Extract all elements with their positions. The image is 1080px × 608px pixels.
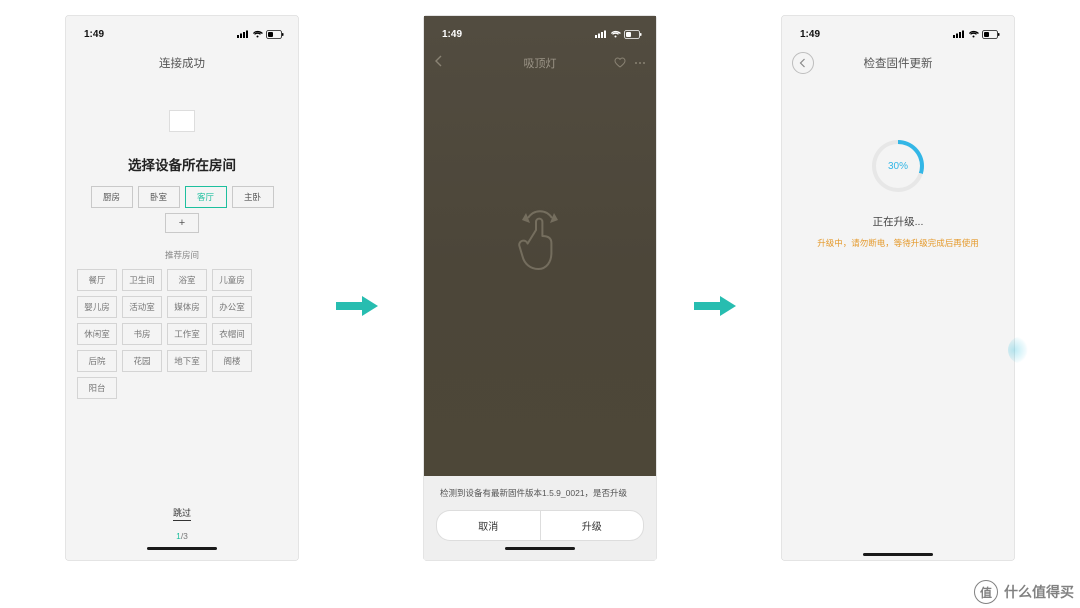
status-icons — [953, 30, 1000, 39]
device-thumbnail — [169, 110, 195, 132]
cancel-button[interactable]: 取消 — [436, 510, 540, 541]
arrow-right-icon — [694, 296, 736, 316]
pager-total: /3 — [181, 531, 188, 541]
recommend-room-chip[interactable]: 衣帽间 — [212, 323, 252, 345]
phone-screen-2: 1:49 吸顶灯 — [424, 16, 656, 560]
screen3-body: 30% 正在升级... 升级中，请勿断电，等待升级完成后再使用 — [782, 78, 1014, 547]
nav-bar: 连接成功 — [66, 48, 298, 78]
select-room-heading: 选择设备所在房间 — [128, 154, 236, 174]
swipe-hand-icon — [512, 198, 568, 276]
recommend-room-chip[interactable]: 媒体房 — [167, 296, 207, 318]
phone-screen-3: 1:49 检查固件更新 30% 正在升级... 升级中，请勿断电，等待升级完成后… — [782, 16, 1014, 560]
home-indicator[interactable] — [147, 547, 217, 550]
status-bar: 1:49 — [424, 16, 656, 48]
wifi-icon — [610, 30, 621, 38]
recommend-room-chip[interactable]: 阁楼 — [212, 350, 252, 372]
signal-icon — [237, 30, 249, 38]
signal-icon — [595, 30, 607, 38]
canvas: 1:49 连接成功 选择设备所在房间 厨房卧室客厅主卧 + 推荐房间 餐厅卫生间浴… — [0, 0, 1080, 608]
recommend-room-chip[interactable]: 阳台 — [77, 377, 117, 399]
recommend-label: 推荐房间 — [165, 249, 199, 261]
watermark: 值 什么值得买 — [968, 576, 1080, 608]
upgrade-button-row: 取消 升级 — [436, 510, 644, 541]
wifi-icon — [252, 30, 263, 38]
nav-bar: 检查固件更新 — [782, 48, 1014, 78]
nav-title: 连接成功 — [159, 55, 205, 71]
add-room-button[interactable]: + — [165, 213, 199, 233]
back-button[interactable] — [434, 54, 444, 72]
pager: 1/3 — [176, 531, 188, 541]
room-tag[interactable]: 主卧 — [232, 186, 274, 208]
nav-title: 吸顶灯 — [524, 55, 557, 71]
recommend-room-chip[interactable]: 儿童房 — [212, 269, 252, 291]
home-indicator[interactable] — [863, 553, 933, 556]
screen2-dimmed-area: 1:49 吸顶灯 — [424, 16, 656, 476]
progress-ring: 30% — [872, 140, 924, 192]
back-button[interactable] — [792, 52, 814, 74]
signal-icon — [953, 30, 965, 38]
recommend-room-chip[interactable]: 婴儿房 — [77, 296, 117, 318]
status-bar: 1:49 — [66, 16, 298, 48]
room-tag[interactable]: 客厅 — [185, 186, 227, 208]
chevron-left-icon — [799, 58, 807, 68]
recommend-room-chip[interactable]: 餐厅 — [77, 269, 117, 291]
room-tag[interactable]: 厨房 — [91, 186, 133, 208]
side-decoration — [1008, 336, 1028, 364]
status-time: 1:49 — [442, 29, 462, 40]
recommend-rooms-grid: 餐厅卫生间浴室儿童房婴儿房活动室媒体房办公室休闲室书房工作室衣帽间后院花园地下室… — [73, 269, 291, 399]
user-rooms-row: 厨房卧室客厅主卧 + — [74, 186, 290, 233]
progress-percent: 30% — [876, 144, 920, 188]
status-time: 1:49 — [800, 29, 820, 40]
recommend-room-chip[interactable]: 后院 — [77, 350, 117, 372]
home-indicator[interactable] — [505, 547, 575, 550]
skip-button[interactable]: 跳过 — [173, 506, 191, 521]
battery-icon — [624, 30, 642, 39]
nav-bar-dimmed: 吸顶灯 — [424, 48, 656, 78]
recommend-room-chip[interactable]: 卫生间 — [122, 269, 162, 291]
watermark-badge: 值 — [974, 580, 998, 604]
screen1-footer: 跳过 1/3 — [74, 506, 290, 560]
heart-icon[interactable] — [614, 57, 626, 69]
more-icon[interactable] — [634, 57, 646, 69]
recommend-room-chip[interactable]: 地下室 — [167, 350, 207, 372]
recommend-room-chip[interactable]: 工作室 — [167, 323, 207, 345]
update-warning: 升级中，请勿断电，等待升级完成后再使用 — [817, 237, 979, 249]
battery-icon — [982, 30, 1000, 39]
recommend-room-chip[interactable]: 休闲室 — [77, 323, 117, 345]
status-icons — [237, 30, 284, 39]
room-tag[interactable]: 卧室 — [138, 186, 180, 208]
upgrade-action-sheet: 检测到设备有最新固件版本1.5.9_0021，是否升级 取消 升级 — [424, 476, 656, 560]
recommend-room-chip[interactable]: 花园 — [122, 350, 162, 372]
chevron-left-icon — [434, 55, 444, 67]
watermark-text: 什么值得买 — [1004, 582, 1074, 602]
nav-title: 检查固件更新 — [864, 55, 933, 71]
status-icons — [595, 30, 642, 39]
upgrade-button[interactable]: 升级 — [540, 510, 645, 541]
updating-status: 正在升级... — [873, 214, 924, 229]
recommend-room-chip[interactable]: 浴室 — [167, 269, 207, 291]
nav-right-buttons — [614, 57, 646, 69]
status-bar: 1:49 — [782, 16, 1014, 48]
wifi-icon — [968, 30, 979, 38]
status-time: 1:49 — [84, 29, 104, 40]
phone-screen-1: 1:49 连接成功 选择设备所在房间 厨房卧室客厅主卧 + 推荐房间 餐厅卫生间浴… — [66, 16, 298, 560]
arrow-right-icon — [336, 296, 378, 316]
battery-icon — [266, 30, 284, 39]
recommend-room-chip[interactable]: 书房 — [122, 323, 162, 345]
recommend-room-chip[interactable]: 活动室 — [122, 296, 162, 318]
screen1-body: 选择设备所在房间 厨房卧室客厅主卧 + 推荐房间 餐厅卫生间浴室儿童房婴儿房活动室… — [66, 78, 298, 560]
upgrade-message: 检测到设备有最新固件版本1.5.9_0021，是否升级 — [436, 486, 644, 510]
recommend-room-chip[interactable]: 办公室 — [212, 296, 252, 318]
